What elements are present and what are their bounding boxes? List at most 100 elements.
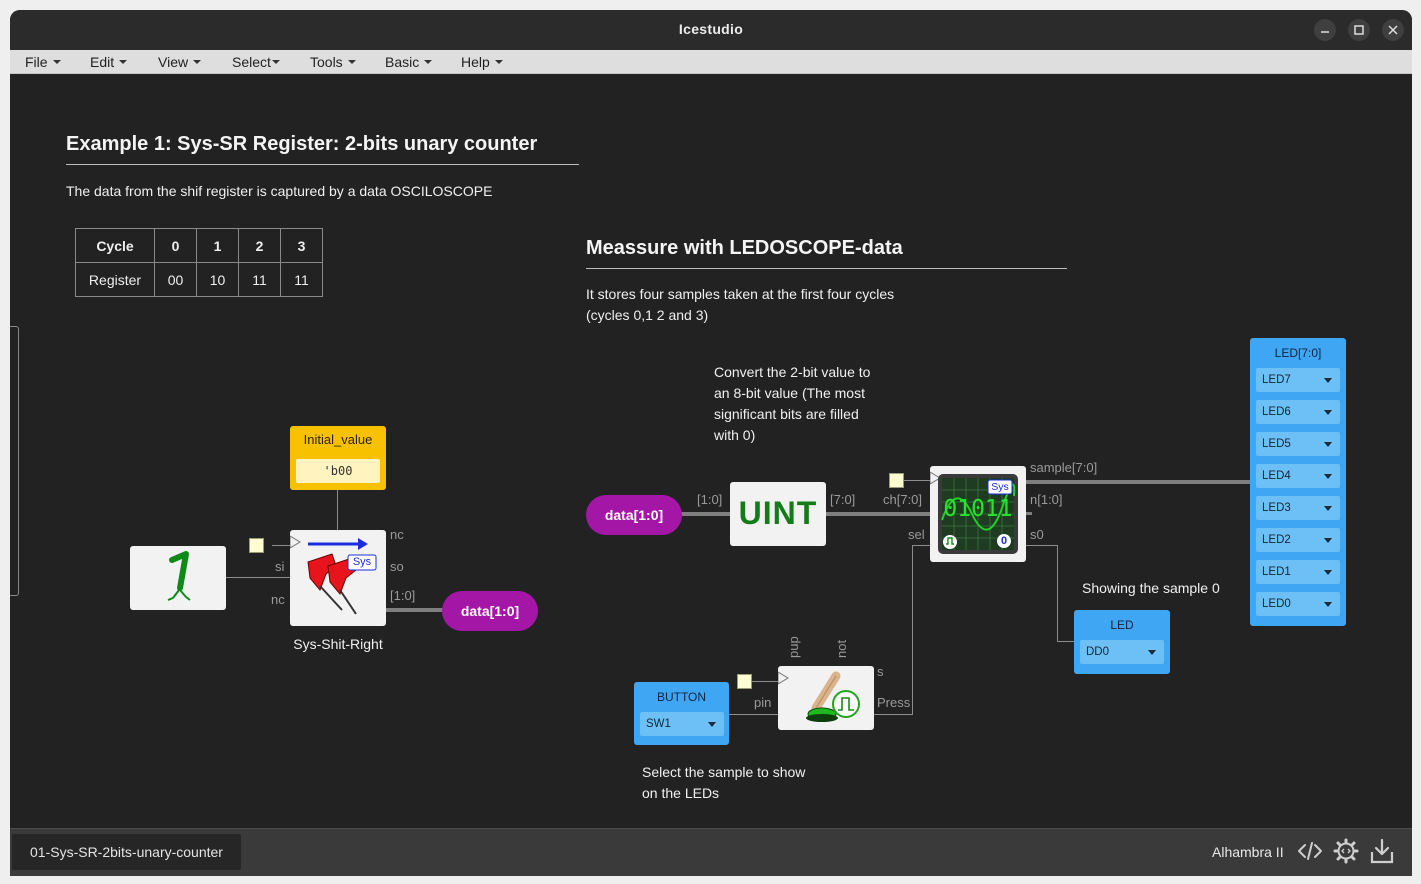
led6-pin-select[interactable]: LED6 (1256, 400, 1340, 424)
wire (912, 545, 913, 715)
dropdown-arrow-icon (1324, 378, 1332, 383)
wire (1057, 641, 1074, 642)
caret-down-icon (347, 60, 356, 64)
caret-down-icon (119, 60, 128, 64)
clock-input[interactable] (249, 538, 264, 553)
data-input-label[interactable]: data[1:0] (586, 495, 682, 535)
ledoscope-block[interactable]: Sys 01011 0 (929, 466, 1026, 562)
table-cell: 11 (238, 262, 281, 297)
dropdown-arrow-icon (1324, 442, 1332, 447)
initial-value-block[interactable]: Initial_value 'b00 (290, 426, 386, 490)
constant-one-block[interactable] (130, 546, 226, 610)
led-bus-output-block[interactable]: LED[7:0] LED7 LED6 LED5 LED4 LED3 LED2 L… (1250, 338, 1346, 626)
measure-desc-2: (cycles 0,1 2 and 3) (586, 307, 709, 323)
dropdown-arrow-icon (1324, 410, 1332, 415)
sample-index-badge: 0 (1000, 535, 1008, 547)
led0-pin-select[interactable]: LED0 (1256, 592, 1340, 616)
minimize-icon (1321, 31, 1329, 33)
led4-pin-select[interactable]: LED4 (1256, 464, 1340, 488)
code-icon[interactable] (1296, 837, 1324, 865)
port-nc-top: nc (390, 527, 404, 542)
led2-pin-select[interactable]: LED2 (1256, 528, 1340, 552)
initial-value-label: Initial_value (303, 432, 373, 447)
board-name[interactable]: Alhambra II (1212, 844, 1284, 860)
dropdown-arrow-icon (1324, 506, 1332, 511)
shift-register-name: Sys-Shit-Right (293, 636, 383, 652)
menu-edit[interactable]: Edit (90, 54, 128, 70)
dropdown-arrow-icon (708, 722, 716, 727)
wire (872, 714, 913, 715)
data-output-label[interactable]: data[1:0] (442, 591, 538, 631)
port-nc-bottom: nc (271, 592, 285, 607)
led-output-block[interactable]: LED DD0 (1074, 610, 1170, 674)
settings-gear-icon[interactable] (1332, 837, 1360, 865)
led3-pin-select[interactable]: LED3 (1256, 496, 1340, 520)
caret-down-icon (271, 60, 280, 64)
wire (1024, 545, 1057, 546)
port-not: not (834, 639, 849, 658)
uint-label: UINT (738, 495, 818, 531)
sys-badge: Sys (352, 556, 372, 568)
led1-pin-select[interactable]: LED1 (1256, 560, 1340, 584)
pushpin-icon (289, 535, 377, 615)
bus-wire (386, 608, 444, 612)
side-panel-handle[interactable] (10, 326, 19, 596)
button-pin-select[interactable]: SW1 (640, 712, 724, 736)
measure-title: Meassure with LEDOSCOPE-data (586, 237, 903, 259)
close-button[interactable] (1382, 19, 1404, 41)
window-title: Icestudio (678, 21, 744, 37)
dropdown-arrow-icon (1324, 474, 1332, 479)
convert-note-1: Convert the 2-bit value to (714, 364, 871, 380)
measure-divider (586, 268, 1067, 269)
table-row: Cycle 0 1 2 3 (75, 228, 323, 263)
cycle-table: Cycle 0 1 2 3 Register 00 10 11 11 (75, 228, 323, 297)
clock-input[interactable] (889, 473, 904, 488)
design-canvas[interactable]: Example 1: Sys-SR Register: 2-bits unary… (10, 75, 1412, 828)
bus-wire (1024, 480, 1250, 484)
minimize-button[interactable] (1314, 19, 1336, 41)
port-pup: pup (786, 636, 801, 658)
dropdown-arrow-icon (1148, 650, 1156, 655)
scope-sel-port: sel (908, 527, 925, 542)
download-upload-icon[interactable] (1368, 837, 1396, 865)
led-pin-select[interactable]: DD0 (1080, 640, 1164, 664)
led5-pin-select[interactable]: LED5 (1256, 432, 1340, 456)
button-input-block[interactable]: BUTTON SW1 (634, 682, 729, 745)
menu-view[interactable]: View (158, 54, 202, 70)
dropdown-arrow-icon (1324, 602, 1332, 607)
table-header: 2 (238, 228, 281, 263)
scope-sample-port: sample[7:0] (1030, 460, 1098, 475)
select-note-2: on the LEDs (642, 785, 720, 801)
menu-select[interactable]: Select (232, 54, 280, 70)
scope-display: 01011 (943, 496, 1013, 522)
dropdown-arrow-icon (1324, 570, 1332, 575)
maximize-icon (1354, 25, 1364, 35)
table-header: 0 (154, 228, 197, 263)
table-row: Register 00 10 11 11 (75, 262, 323, 297)
menu-bar: File Edit View Select Tools Basic Help (10, 50, 1412, 74)
port-press: Press (877, 695, 911, 710)
button-input-label: BUTTON (656, 690, 707, 704)
wire (752, 681, 778, 682)
clock-input[interactable] (737, 674, 752, 689)
menu-help[interactable]: Help (461, 54, 503, 70)
maximize-button[interactable] (1348, 19, 1370, 41)
table-cell: 10 (196, 262, 239, 297)
uint-block[interactable]: UINT (730, 482, 826, 546)
close-icon (1388, 25, 1398, 35)
button-debounce-block[interactable] (777, 666, 874, 730)
led7-pin-select[interactable]: LED7 (1256, 368, 1340, 392)
menu-file[interactable]: File (25, 54, 61, 70)
convert-note-4: with 0) (714, 427, 756, 443)
table-cell: 11 (280, 262, 323, 297)
scope-s0-port: s0 (1030, 527, 1044, 542)
wire (1057, 545, 1058, 642)
menu-tools[interactable]: Tools (310, 54, 356, 70)
led-bus-label: LED[7:0] (1274, 346, 1322, 360)
title-bar: Icestudio (10, 10, 1412, 50)
shift-register-block[interactable]: Sys (289, 530, 386, 626)
port-bus-out: [1:0] (390, 588, 416, 603)
file-tab[interactable]: 01-Sys-SR-2bits-unary-counter (12, 834, 241, 870)
initial-value-input[interactable]: 'b00 (296, 459, 380, 483)
menu-basic[interactable]: Basic (385, 54, 433, 70)
